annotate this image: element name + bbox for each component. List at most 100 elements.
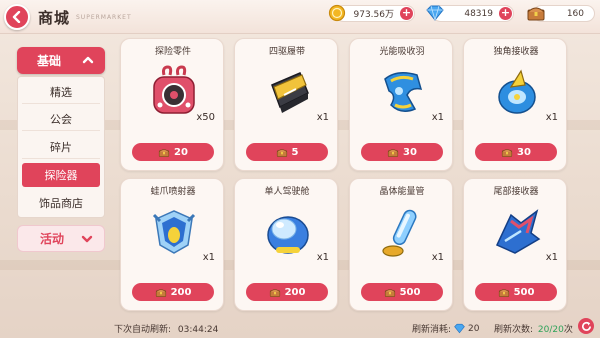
buy-button[interactable]: 200 — [132, 283, 214, 301]
item-price: 200 — [170, 286, 192, 298]
cockpit-icon — [262, 205, 314, 261]
chevron-down-icon — [81, 235, 93, 243]
item-price: 5 — [291, 146, 299, 158]
item-price: 200 — [284, 286, 306, 298]
buy-button[interactable]: 500 — [475, 283, 557, 301]
buy-button[interactable]: 30 — [475, 143, 557, 161]
chest-icon — [158, 148, 170, 157]
add-diamond-button[interactable]: + — [499, 7, 512, 20]
top-bar: 商城 SUPERMARKET 973.56万 + 48319 + 160 — [0, 0, 600, 34]
shop-item-card[interactable]: 晶体能量管 x1 500 — [349, 178, 453, 311]
item-quantity: x1 — [316, 252, 329, 263]
item-price: 500 — [513, 286, 535, 298]
crystal-tube-icon — [377, 205, 429, 261]
sidebar-item-featured[interactable]: 精选 — [22, 80, 100, 104]
item-quantity: x1 — [202, 252, 215, 263]
claw-jet-icon — [148, 205, 200, 261]
refresh-count-value: 20/20 — [537, 325, 564, 335]
refresh-icon — [581, 321, 591, 331]
sidebar-item-guild[interactable]: 公会 — [22, 107, 100, 131]
item-name: 尾部接收器 — [493, 187, 539, 197]
refresh-count-info: 刷新次数: 20/20次 — [494, 322, 573, 335]
chest-counter: 160 — [527, 5, 595, 22]
shop-item-card[interactable]: 蛙爪喷射器 x1 200 — [120, 178, 224, 311]
chest-icon — [526, 4, 546, 25]
refresh-cost-info: 刷新消耗: 20 — [412, 322, 480, 336]
refresh-cost-label: 刷新消耗: — [412, 325, 452, 335]
gold-coin-icon — [328, 4, 346, 25]
shop-item-card[interactable]: 尾部接收器 x1 500 — [463, 178, 567, 311]
shop-item-card[interactable]: 单人驾驶舱 x1 200 — [234, 178, 338, 311]
shop-item-card[interactable]: 光能吸收羽 x1 30 — [349, 38, 453, 171]
unicorn-receiver-icon — [491, 65, 543, 121]
auto-refresh-label: 下次自动刷新: — [114, 325, 172, 335]
parts-bag-icon — [148, 65, 200, 121]
chest-icon — [501, 148, 513, 157]
item-quantity: x1 — [316, 112, 329, 123]
buy-button[interactable]: 500 — [361, 283, 443, 301]
chevron-left-icon — [12, 11, 21, 23]
diamond-amount: 48319 — [464, 8, 493, 19]
item-price: 30 — [517, 146, 531, 158]
gold-amount: 973.56万 — [353, 10, 395, 20]
chest-icon — [384, 288, 395, 297]
gold-counter: 973.56万 + — [328, 4, 415, 22]
chest-icon — [269, 288, 280, 297]
shop-item-card[interactable]: 独角接收器 x1 30 — [463, 38, 567, 171]
chest-icon — [155, 288, 166, 297]
item-name: 四驱履带 — [268, 47, 305, 57]
diamond-counter: 48319 + — [426, 5, 514, 22]
sidebar-list: 精选 公会 碎片 探险器 饰品商店 — [17, 76, 105, 218]
chest-amount: 160 — [566, 8, 584, 19]
auto-refresh-timer: 03:44:24 — [177, 325, 219, 335]
item-name: 蛙爪喷射器 — [150, 187, 196, 197]
chest-icon — [498, 288, 509, 297]
refresh-cost-amount: 20 — [468, 323, 480, 334]
shop-item-card[interactable]: 探险零件 x50 20 — [120, 38, 224, 171]
item-name: 晶体能量管 — [379, 187, 425, 197]
tail-receiver-icon — [491, 205, 543, 261]
sidebar-item-accessory-shop[interactable]: 饰品商店 — [22, 191, 100, 215]
sidebar-group-basic[interactable]: 基础 — [17, 47, 105, 74]
item-price: 20 — [174, 146, 188, 158]
buy-button[interactable]: 200 — [246, 283, 328, 301]
sidebar-item-explorer[interactable]: 探险器 — [22, 163, 100, 187]
track-icon — [262, 65, 314, 121]
sidebar-item-label: 公会 — [50, 112, 72, 126]
item-name: 单人驾驶舱 — [264, 187, 310, 197]
item-name: 光能吸收羽 — [379, 47, 425, 57]
buy-button[interactable]: 20 — [132, 143, 214, 161]
sidebar-group-basic-label: 基础 — [37, 54, 62, 68]
chest-icon — [276, 148, 287, 157]
buy-button[interactable]: 30 — [361, 143, 443, 161]
buy-button[interactable]: 5 — [246, 143, 328, 161]
page-subtitle: SUPERMARKET — [76, 14, 132, 21]
sidebar-item-label: 探险器 — [44, 169, 78, 182]
shop-item-card[interactable]: 四驱履带 x1 5 — [234, 38, 338, 171]
page-title: 商城 — [38, 9, 71, 27]
item-price: 30 — [403, 146, 417, 158]
sidebar-group-events[interactable]: 活动 — [17, 225, 105, 252]
item-name: 独角接收器 — [493, 47, 539, 57]
refresh-count-label: 刷新次数: — [494, 325, 534, 335]
wing-icon — [377, 65, 429, 121]
sidebar-item-fragments[interactable]: 碎片 — [22, 135, 100, 159]
diamond-icon — [425, 4, 445, 25]
chest-icon — [387, 148, 399, 157]
refresh-button[interactable] — [578, 318, 594, 334]
item-price: 500 — [399, 286, 421, 298]
item-quantity: x50 — [196, 112, 215, 123]
item-name: 探险零件 — [154, 47, 191, 57]
sidebar-item-label: 碎片 — [50, 140, 72, 154]
sidebar-item-label: 精选 — [50, 85, 72, 99]
item-quantity: x1 — [545, 252, 558, 263]
back-button[interactable] — [4, 4, 30, 30]
item-quantity: x1 — [431, 112, 444, 123]
chevron-up-icon — [82, 56, 94, 64]
item-quantity: x1 — [431, 252, 444, 263]
auto-refresh-info: 下次自动刷新: 03:44:24 — [114, 322, 218, 335]
refresh-count-unit: 次 — [563, 325, 573, 335]
add-gold-button[interactable]: + — [400, 7, 413, 20]
item-quantity: x1 — [545, 112, 558, 123]
sidebar-group-events-label: 活动 — [40, 232, 65, 246]
